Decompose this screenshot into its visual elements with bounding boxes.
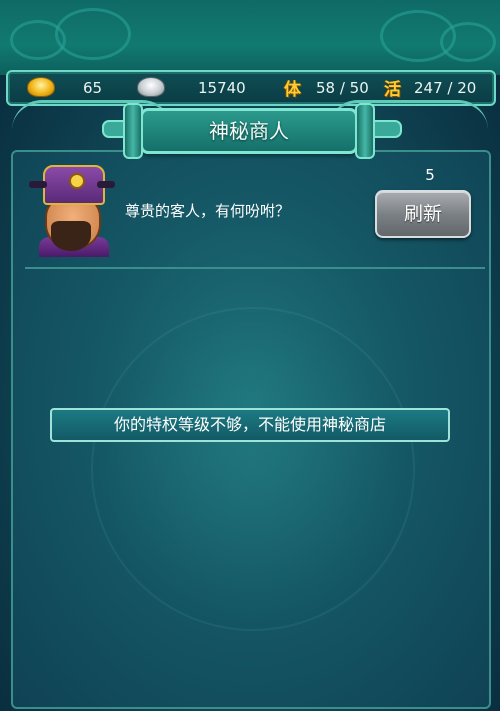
stamina-icon: 体 bbox=[284, 80, 301, 100]
cloud-ornament bbox=[440, 22, 496, 62]
merchant-header: 尊贵的客人，有何吩咐？ 5 刷新 bbox=[25, 155, 485, 269]
gold-ingot-icon bbox=[28, 78, 54, 96]
merchant-hat bbox=[43, 165, 105, 205]
merchant-beard bbox=[51, 221, 91, 251]
hat-wing-right bbox=[97, 181, 115, 188]
merchant-greeting: 尊贵的客人，有何吩咐？ bbox=[125, 202, 291, 220]
top-decorative-band bbox=[0, 0, 500, 75]
silver-value: 15740 bbox=[198, 79, 246, 97]
page-title: 神秘商人 bbox=[209, 119, 289, 143]
cloud-ornament bbox=[55, 8, 131, 60]
background-emblem bbox=[91, 307, 415, 631]
refresh-count: 5 bbox=[425, 166, 435, 184]
hat-gem-icon bbox=[69, 173, 85, 189]
refresh-button[interactable]: 刷新 bbox=[375, 190, 471, 238]
hat-wing-left bbox=[29, 181, 47, 188]
mystery-shop-screen: 65 15740 体 58 / 50 活 247 / 20 神秘商人 尊贵的客人… bbox=[0, 0, 500, 711]
silver-ingot-icon bbox=[138, 78, 164, 96]
merchant-portrait bbox=[29, 165, 115, 257]
title-scroll: 神秘商人 bbox=[123, 103, 375, 159]
privilege-notice: 你的特权等级不够，不能使用神秘商店 bbox=[50, 408, 450, 442]
vigor-icon: 活 bbox=[384, 80, 401, 100]
